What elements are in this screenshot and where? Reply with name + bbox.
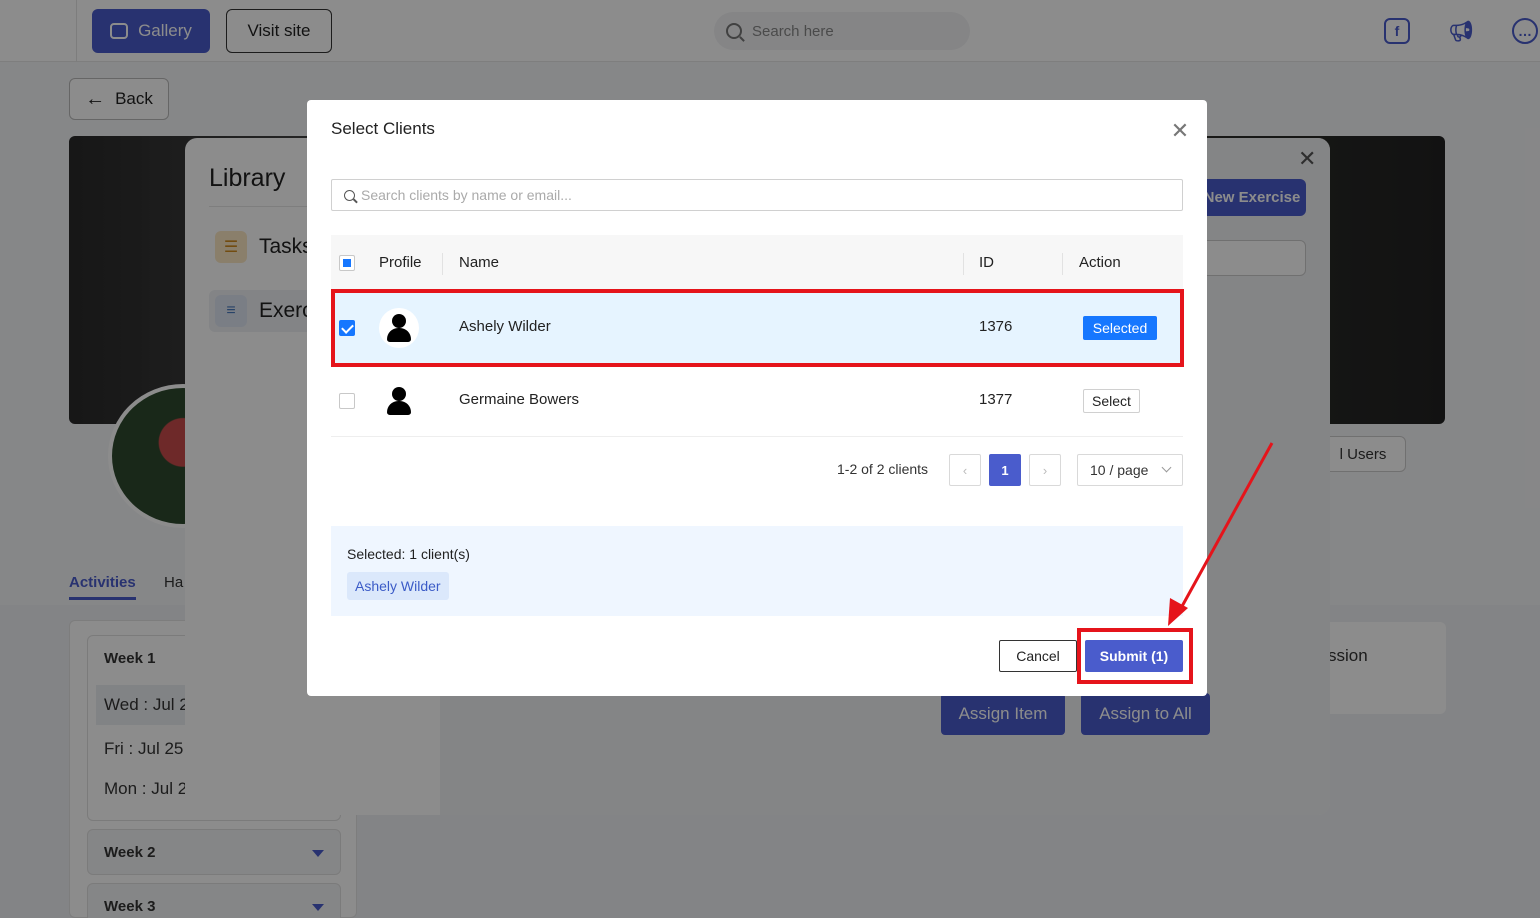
modal-title: Select Clients [331,119,435,138]
search-icon [344,189,355,201]
select-button[interactable]: Select [1083,389,1140,413]
avatar [379,308,419,348]
cancel-button[interactable]: Cancel [999,640,1077,672]
column-name: Name [459,254,500,271]
page-size-label: 10 / page [1090,462,1149,478]
close-icon[interactable]: ✕ [1169,120,1191,142]
selected-client-chip: Ashely Wilder [347,572,449,600]
column-profile: Profile [379,254,422,271]
page-size-select[interactable]: 10 / page [1077,454,1183,486]
column-id: ID [979,254,994,271]
client-id: 1377 [979,391,1013,408]
row-checkbox[interactable] [339,320,355,336]
selected-button[interactable]: Selected [1083,316,1157,340]
user-icon [392,387,406,401]
selected-count: Selected: 1 client(s) [347,546,470,562]
column-action: Action [1079,254,1121,271]
selected-summary-box: Selected: 1 client(s) Ashely Wilder [331,526,1183,616]
avatar [379,381,419,421]
table-row[interactable]: Ashely Wilder 1376 Selected [331,292,1183,364]
column-divider [963,253,964,275]
client-name: Germaine Bowers [459,391,580,408]
select-all-checkbox[interactable] [339,255,355,271]
client-id: 1376 [979,318,1013,335]
table-row[interactable]: Germaine Bowers 1377 Select [331,365,1183,437]
select-clients-modal: Select Clients ✕ Profile Name ID Action … [307,100,1207,696]
submit-button[interactable]: Submit (1) [1085,640,1183,672]
user-icon [392,314,406,328]
next-page-button[interactable]: › [1029,454,1061,486]
column-divider [1062,253,1063,275]
chevron-down-icon [1161,462,1172,473]
page-1-button[interactable]: 1 [989,454,1021,486]
client-search-input[interactable] [361,187,1161,203]
row-checkbox[interactable] [339,393,355,409]
client-name: Ashely Wilder [459,318,551,335]
pagination-total: 1-2 of 2 clients [837,461,929,477]
column-divider [442,253,443,275]
table-header: Profile Name ID Action [331,235,1183,291]
prev-page-button[interactable]: ‹ [949,454,981,486]
client-search-field[interactable] [331,179,1183,211]
